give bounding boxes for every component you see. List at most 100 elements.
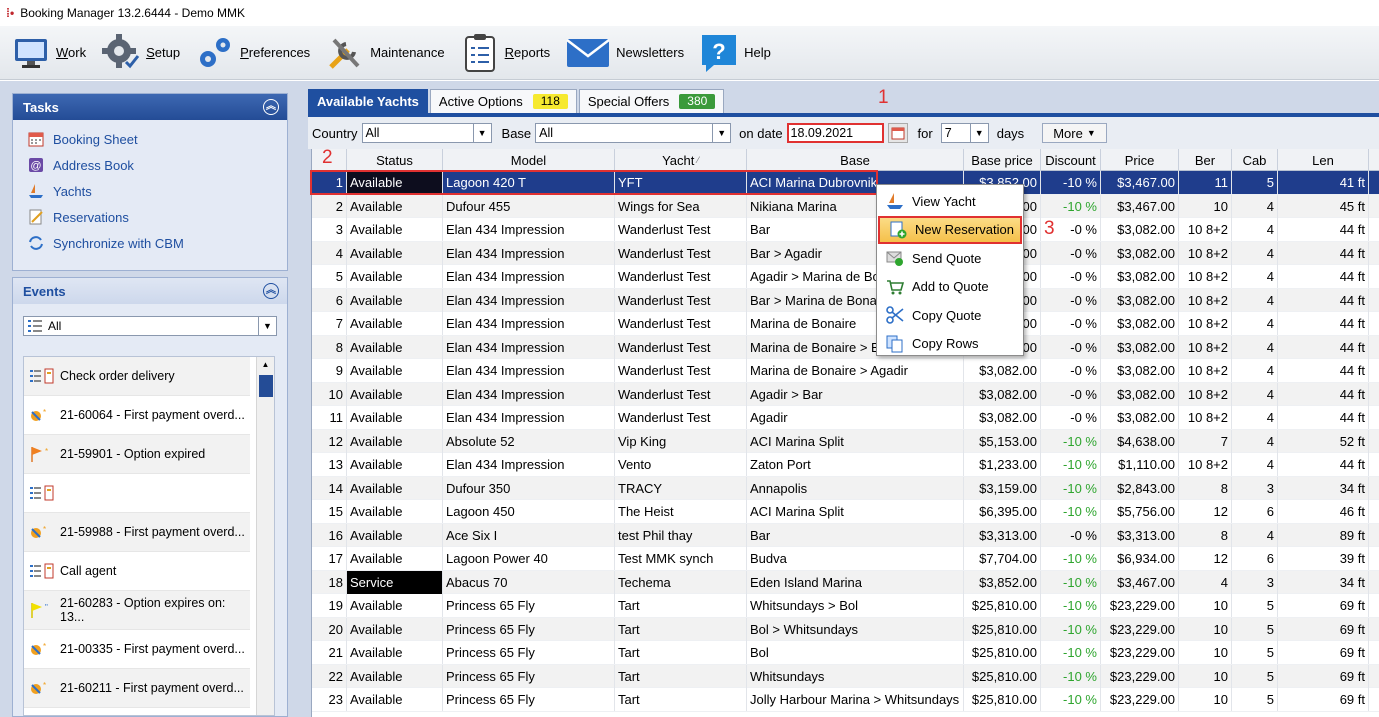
collapse-icon[interactable]: ︽ [263, 99, 279, 115]
days-select[interactable]: 7 ▼ [940, 123, 989, 143]
column-header-base[interactable]: Base [747, 149, 964, 171]
menu-item-send-quote[interactable]: Send Quote [877, 244, 1023, 273]
toolbar-maintenance-button[interactable]: Maintenance [326, 31, 445, 75]
cell-cabins: 4 [1232, 359, 1278, 382]
column-header-model[interactable]: Model [443, 149, 615, 171]
table-row[interactable]: 4 Available Elan 434 Impression Wanderlust … [312, 241, 1379, 265]
table-row[interactable]: 6 Available Elan 434 Impression Wanderlust … [312, 288, 1379, 312]
yacht-icon [885, 191, 905, 211]
chevron-down-icon[interactable]: ▼ [472, 124, 491, 142]
cell-berths: 10 8+2 [1179, 288, 1232, 312]
cell-base: Agadir > Bar [747, 382, 964, 406]
column-header-status[interactable]: Status [347, 149, 443, 171]
base-select[interactable]: All ▼ [535, 123, 732, 143]
menu-item-add-to-quote[interactable]: Add to Quote [877, 273, 1023, 302]
table-row[interactable]: 9 Available Elan 434 Impression Wanderlust … [312, 359, 1379, 383]
menu-item-copy-quote[interactable]: Copy Quote [877, 301, 1023, 330]
column-header-price[interactable]: Price [1101, 149, 1179, 171]
table-row[interactable]: 21 Available Princess 65 Fly Tart Bol $25,810… [312, 641, 1379, 665]
table-row[interactable]: 20 Available Princess 65 Fly Tart Bol > Whit… [312, 617, 1379, 641]
table-row[interactable]: 5 Available Elan 434 Impression Wanderlust … [312, 265, 1379, 289]
event-item[interactable]: * 21-59901 - Option expired [24, 435, 250, 474]
toolbar-newsletters-button[interactable]: Newsletters [566, 31, 684, 75]
event-item[interactable]: * 21-60064 - First payment overd... [24, 396, 250, 435]
table-row[interactable]: 13 Available Elan 434 Impression Vento Zaton… [312, 453, 1379, 477]
table-row[interactable]: 16 Available Ace Six Itest Phil thay Bar $3,… [312, 523, 1379, 547]
toolbar-help-button[interactable]: ? Help [700, 31, 771, 75]
svg-text:*: * [43, 642, 46, 651]
table-row[interactable]: 8 Available Elan 434 Impression Wanderlust … [312, 335, 1379, 359]
chevron-down-icon[interactable]: ▼ [258, 317, 276, 335]
table-row[interactable]: 15 Available Lagoon 450 The Heist ACI Marina… [312, 500, 1379, 524]
table-row[interactable]: 7 Available Elan 434 Impression Wanderlust … [312, 312, 1379, 336]
column-header-yacht[interactable]: Yacht ⁄ [615, 149, 747, 171]
menu-item-view-yacht[interactable]: View Yacht [877, 187, 1023, 216]
event-item[interactable]: Check order delivery [24, 357, 250, 396]
tasks-panel-header[interactable]: Tasks ︽ [13, 94, 287, 120]
task-booking-sheet[interactable]: Booking Sheet [13, 126, 287, 152]
table-row[interactable]: 12 Available Absolute 52 Vip King ACI Marina… [312, 429, 1379, 453]
table-row[interactable]: 1 Available Lagoon 420 T YFT ACI Marina Dubr… [312, 171, 1379, 195]
events-panel-header[interactable]: Events ︽ [13, 278, 287, 304]
cell-price: $4,638.00 [1101, 429, 1179, 453]
tab-special-offers[interactable]: Special Offers 380 [578, 89, 725, 113]
cell-base-price: $3,852.00 [964, 570, 1041, 594]
menu-item-label: Copy Rows [912, 336, 979, 352]
table-row[interactable]: 3 Available Elan 434 Impression Wanderlust … [312, 218, 1379, 242]
task-synchronize[interactable]: Synchronize with CBM [13, 230, 287, 256]
cell-cabins: 4 [1232, 335, 1278, 359]
column-header-cabins[interactable]: Cab [1232, 149, 1278, 171]
table-row[interactable]: 2 Available Dufour 455 Wings for Sea Nikiana… [312, 194, 1379, 218]
table-row[interactable]: 17 Available Lagoon Power 40 Test MMK synch… [312, 547, 1379, 571]
events-filter-select[interactable]: All ▼ [23, 316, 277, 336]
calendar-icon[interactable] [887, 123, 908, 143]
chevron-down-icon[interactable]: ▼ [969, 124, 988, 142]
event-item[interactable] [24, 474, 250, 513]
table-row[interactable]: 11 Available Elan 434 Impression Wanderlust… [312, 406, 1379, 430]
event-item[interactable]: * 21-59988 - First payment overd... [24, 513, 250, 552]
country-select[interactable]: All ▼ [361, 123, 492, 143]
table-row[interactable]: 18 Service Abacus 70 Techema Eden Island Mar… [312, 570, 1379, 594]
help-icon: ? [700, 34, 738, 72]
scroll-up-icon[interactable]: ▲ [257, 357, 274, 373]
cell-status: Available [347, 476, 443, 500]
event-item[interactable]: * 21-60211 - First payment overd... [24, 669, 250, 708]
table-row[interactable]: 10 Available Elan 434 Impression Wanderlust… [312, 382, 1379, 406]
cell-discount: -10 % [1041, 453, 1101, 476]
column-header-berths[interactable]: Ber [1179, 149, 1232, 171]
menu-item-new-reservation[interactable]: New Reservation [878, 215, 1022, 244]
days-label: days [996, 125, 1025, 141]
table-row[interactable]: 22 Available Princess 65 Fly Tart Whitsunday… [312, 664, 1379, 688]
events-scrollbar[interactable]: ▲ [256, 357, 274, 715]
toolbar-preferences-button[interactable]: Preferences [196, 31, 310, 75]
column-header-length[interactable]: Len [1278, 149, 1369, 171]
menu-item-copy-rows[interactable]: Copy Rows [877, 330, 1023, 359]
event-item[interactable]: Call agent [24, 552, 250, 591]
column-header-base-price[interactable]: Base price [964, 149, 1041, 171]
more-button[interactable]: More ▼ [1042, 123, 1107, 143]
date-input[interactable]: 18.09.2021 [786, 123, 884, 143]
task-reservations[interactable]: Reservations [13, 204, 287, 230]
column-header-discount[interactable]: Discount [1041, 149, 1101, 171]
table-row[interactable]: 14 Available Dufour 350 TRACY Annapolis $3,15… [312, 476, 1379, 500]
task-address-book[interactable]: @ Address Book [13, 152, 287, 178]
toolbar-work-button[interactable]: Work [12, 31, 86, 75]
toolbar-reports-button[interactable]: Reports [461, 31, 550, 75]
tab-active-options[interactable]: Active Options 118 [429, 89, 577, 113]
toolbar-setup-button[interactable]: Setup [102, 31, 180, 75]
table-row[interactable]: 23 Available Princess 65 Fly Tart Jolly Harb… [312, 688, 1379, 712]
scroll-thumb[interactable] [259, 375, 273, 397]
collapse-icon[interactable]: ︽ [263, 283, 279, 299]
tab-available-yachts[interactable]: Available Yachts [308, 89, 428, 113]
annotation-number: 3 [1044, 218, 1055, 239]
cell-berths: 8 [1179, 476, 1232, 500]
event-item[interactable]: * 21-00335 - First payment overd... [24, 630, 250, 669]
context-menu: View Yacht New Reservation Send Quote Ad… [876, 184, 1024, 356]
chevron-down-icon[interactable]: ▼ [712, 124, 730, 142]
event-label: 21-00335 - First payment overd... [60, 642, 245, 656]
event-label: 21-60211 - First payment overd... [60, 681, 244, 695]
task-yachts[interactable]: Yachts [13, 178, 287, 204]
table-row[interactable]: 19 Available Princess 65 Fly Tart Whitsunday… [312, 594, 1379, 618]
event-item[interactable]: " 21-60283 - Option expires on: 13... [24, 591, 250, 630]
cell-status: Available [347, 547, 443, 570]
